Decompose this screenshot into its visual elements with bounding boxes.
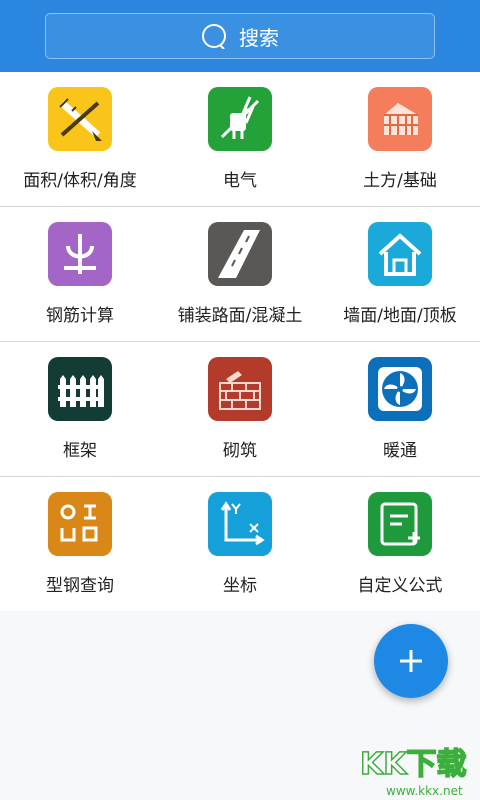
tool-label: 面积/体积/角度: [23, 171, 137, 191]
tool-earthwork-foundation[interactable]: 土方/基础: [320, 72, 480, 206]
tool-masonry[interactable]: 砌筑: [160, 342, 320, 476]
tool-label: 电气: [223, 171, 257, 191]
tool-label: 墙面/地面/顶板: [343, 306, 457, 326]
tool-label: 坐标: [223, 576, 257, 596]
top-bar: 搜索: [0, 0, 480, 72]
tool-frame[interactable]: 框架: [0, 342, 160, 476]
electric-plug-icon: [208, 87, 272, 151]
search-icon: [202, 24, 226, 49]
coordinate-axes-icon: [208, 492, 272, 556]
soil-foundation-icon: [368, 87, 432, 151]
steel-section-icon: [48, 492, 112, 556]
tool-label: 铺装路面/混凝土: [177, 306, 303, 326]
tool-paving-concrete[interactable]: 铺装路面/混凝土: [160, 207, 320, 341]
tool-label: 框架: [63, 441, 97, 461]
search-label: 搜索: [239, 25, 279, 50]
svg-text:www.kkx.net: www.kkx.net: [386, 784, 463, 798]
tool-electric[interactable]: 电气: [160, 72, 320, 206]
svg-text:KK下载: KK下载: [360, 747, 467, 782]
tool-label: 暖通: [383, 441, 417, 461]
formula-icon: [368, 492, 432, 556]
tool-custom-formula[interactable]: 自定义公式: [320, 477, 480, 611]
tool-label: 自定义公式: [357, 576, 443, 596]
grid-row: 框架 砌筑 暖通: [0, 342, 480, 477]
tool-wall-floor-ceiling[interactable]: 墙面/地面/顶板: [320, 207, 480, 341]
tool-steel-section-lookup[interactable]: 型钢查询: [0, 477, 160, 611]
tool-area-volume-angle[interactable]: 面积/体积/角度: [0, 72, 160, 206]
tool-rebar[interactable]: 钢筋计算: [0, 207, 160, 341]
tool-coordinates[interactable]: 坐标: [160, 477, 320, 611]
tool-label: 砌筑: [223, 441, 257, 461]
grid-row: 型钢查询 坐标 自定义公式: [0, 477, 480, 611]
grid-row: 钢筋计算 铺装路面/混凝土 墙面/地面/顶板: [0, 207, 480, 342]
fence-icon: [48, 357, 112, 421]
tool-label: 土方/基础: [363, 171, 437, 191]
tool-hvac[interactable]: 暖通: [320, 342, 480, 476]
watermark-logo: KK下载 www.kkx.net: [356, 740, 480, 800]
rebar-icon: [48, 222, 112, 286]
search-bar[interactable]: 搜索: [45, 13, 435, 59]
add-button[interactable]: [374, 624, 448, 698]
fan-icon: [368, 357, 432, 421]
road-icon: [208, 222, 272, 286]
tool-grid: 面积/体积/角度 电气 土方/基础 钢筋计算 铺装路面/混凝土 墙面/地面/顶板…: [0, 72, 480, 611]
ruler-pencil-icon: [48, 87, 112, 151]
house-icon: [368, 222, 432, 286]
brick-wall-icon: [208, 357, 272, 421]
tool-label: 钢筋计算: [46, 306, 114, 326]
tool-label: 型钢查询: [46, 576, 114, 596]
grid-row: 面积/体积/角度 电气 土方/基础: [0, 72, 480, 207]
plus-icon: [400, 650, 422, 672]
